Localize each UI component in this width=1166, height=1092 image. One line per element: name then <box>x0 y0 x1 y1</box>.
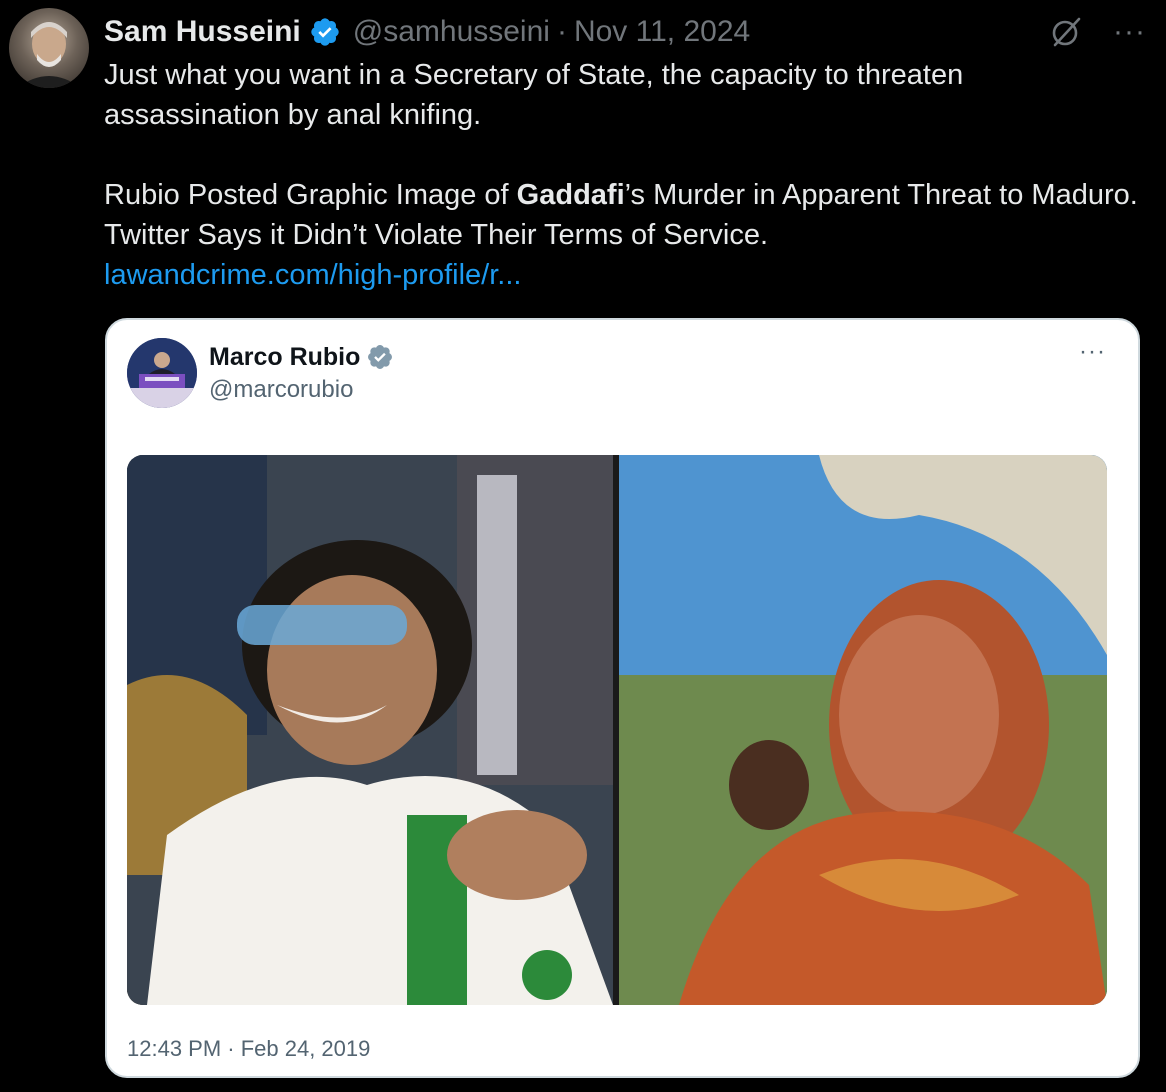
quoted-media[interactable] <box>127 455 1107 1005</box>
media-photo-right[interactable] <box>619 455 1107 1005</box>
headline-part: Rubio Posted Graphic Image of <box>104 179 517 211</box>
author-handle[interactable]: @samhusseini <box>353 12 550 52</box>
quoted-avatar-image <box>127 338 197 408</box>
quoted-author-name-text: Marco Rubio <box>209 342 361 371</box>
quoted-author-handle[interactable]: @marcorubio <box>209 376 353 404</box>
quoted-author-avatar[interactable] <box>127 338 197 408</box>
quoted-tweet-timestamp[interactable]: 12:43 PM · Feb 24, 2019 <box>127 1036 370 1062</box>
header-actions: ··· <box>1049 12 1146 52</box>
tweet-article-headline: Rubio Posted Graphic Image of Gaddafi’s … <box>104 175 1144 255</box>
article-link[interactable]: lawandcrime.com/high-profile/r... <box>104 259 521 291</box>
avatar-portrait <box>17 22 81 88</box>
headline-keyword: Gaddafi <box>516 179 625 211</box>
author-avatar[interactable] <box>9 8 89 88</box>
tweet-text: Just what you want in a Secretary of Sta… <box>104 55 1144 295</box>
photo-left-illustration <box>127 455 613 1005</box>
tweet-text-line: Just what you want in a Secretary of Sta… <box>104 59 964 131</box>
tweet: Sam Husseini @samhusseini · Nov 11, 2024… <box>0 0 1166 1092</box>
more-options-icon[interactable]: ··· <box>1113 12 1146 52</box>
quoted-more-options-icon[interactable]: ··· <box>1079 338 1106 366</box>
tweet-header: Sam Husseini @samhusseini · Nov 11, 2024… <box>104 12 1146 52</box>
grok-icon[interactable] <box>1049 15 1083 49</box>
quoted-author-name[interactable]: Marco Rubio <box>209 340 394 374</box>
author-name[interactable]: Sam Husseini <box>104 12 301 52</box>
meta-separator: · <box>556 15 567 48</box>
verified-badge-icon[interactable] <box>366 343 394 371</box>
media-photo-left[interactable] <box>127 455 613 1005</box>
photo-right-illustration <box>619 455 1107 1005</box>
verified-badge-icon[interactable] <box>309 16 341 48</box>
tweet-date[interactable]: Nov 11, 2024 <box>574 12 750 52</box>
quoted-tweet-card[interactable]: Marco Rubio @marcorubio ··· <box>105 318 1140 1078</box>
